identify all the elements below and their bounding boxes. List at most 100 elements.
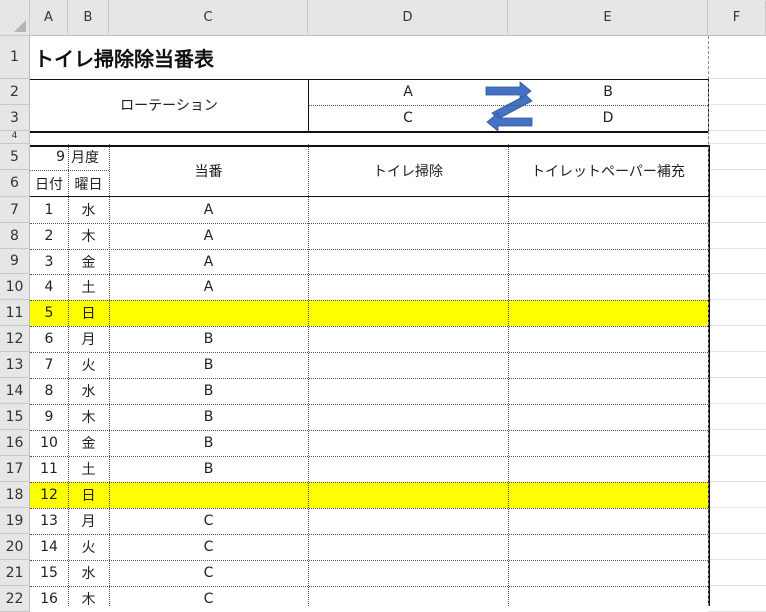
weekday-cell[interactable]: 木: [68, 404, 109, 430]
paper-refill-cell[interactable]: [508, 586, 708, 612]
duty-cell[interactable]: A: [109, 223, 308, 249]
weekday-cell[interactable]: 月: [68, 508, 109, 534]
month-label[interactable]: 月度: [68, 144, 109, 170]
header-toilet-cleaning[interactable]: トイレ掃除: [308, 144, 508, 197]
day-cell[interactable]: 2: [30, 223, 68, 249]
column-header-b[interactable]: B: [68, 0, 109, 36]
duty-cell[interactable]: B: [109, 326, 308, 352]
row-header-14[interactable]: 14: [0, 378, 30, 404]
day-cell[interactable]: 11: [30, 456, 68, 482]
duty-cell[interactable]: B: [109, 404, 308, 430]
weekday-cell[interactable]: 水: [68, 197, 109, 223]
row-header-8[interactable]: 8: [0, 223, 30, 249]
column-header-a[interactable]: A: [30, 0, 68, 36]
row-header-18[interactable]: 18: [0, 482, 30, 508]
column-header-e[interactable]: E: [508, 0, 708, 36]
row-header-19[interactable]: 19: [0, 508, 30, 534]
header-date[interactable]: 日付: [30, 170, 68, 197]
toilet-cleaning-cell[interactable]: [308, 560, 508, 586]
row-header-12[interactable]: 12: [0, 326, 30, 352]
toilet-cleaning-cell[interactable]: [308, 223, 508, 249]
weekday-cell[interactable]: 土: [68, 456, 109, 482]
paper-refill-cell[interactable]: [508, 430, 708, 456]
row-header-20[interactable]: 20: [0, 534, 30, 560]
paper-refill-cell[interactable]: [508, 378, 708, 404]
toilet-cleaning-cell[interactable]: [308, 404, 508, 430]
day-cell[interactable]: 6: [30, 326, 68, 352]
day-cell[interactable]: 14: [30, 534, 68, 560]
row-header-10[interactable]: 10: [0, 274, 30, 300]
weekday-cell[interactable]: 木: [68, 223, 109, 249]
toilet-cleaning-cell[interactable]: [308, 586, 508, 612]
weekday-cell[interactable]: 土: [68, 274, 109, 300]
duty-cell[interactable]: B: [109, 352, 308, 378]
day-cell[interactable]: 1: [30, 197, 68, 223]
paper-refill-cell[interactable]: [508, 560, 708, 586]
toilet-cleaning-cell[interactable]: [308, 249, 508, 274]
toilet-cleaning-cell[interactable]: [308, 456, 508, 482]
row-header-4[interactable]: 4: [0, 131, 30, 144]
duty-cell[interactable]: A: [109, 274, 308, 300]
paper-refill-cell[interactable]: [508, 326, 708, 352]
day-cell[interactable]: 9: [30, 404, 68, 430]
paper-refill-cell[interactable]: [508, 223, 708, 249]
weekday-cell[interactable]: 火: [68, 534, 109, 560]
sheet-title[interactable]: トイレ掃除除当番表: [34, 40, 214, 74]
duty-cell[interactable]: B: [109, 456, 308, 482]
header-weekday[interactable]: 曜日: [68, 170, 109, 197]
column-header-c[interactable]: C: [109, 0, 308, 36]
paper-refill-cell[interactable]: [508, 534, 708, 560]
duty-cell[interactable]: B: [109, 378, 308, 404]
duty-cell[interactable]: [109, 300, 308, 326]
weekday-cell[interactable]: 日: [68, 482, 109, 508]
toilet-cleaning-cell[interactable]: [308, 508, 508, 534]
toilet-cleaning-cell[interactable]: [308, 197, 508, 223]
row-header-9[interactable]: 9: [0, 249, 30, 274]
rotation-b[interactable]: B: [508, 79, 708, 105]
column-header-f[interactable]: F: [708, 0, 766, 36]
row-header-11[interactable]: 11: [0, 300, 30, 326]
paper-refill-cell[interactable]: [508, 300, 708, 326]
paper-refill-cell[interactable]: [508, 274, 708, 300]
duty-cell[interactable]: C: [109, 560, 308, 586]
header-paper-refill[interactable]: トイレットペーパー補充: [508, 144, 708, 197]
duty-cell[interactable]: C: [109, 508, 308, 534]
weekday-cell[interactable]: 金: [68, 430, 109, 456]
day-cell[interactable]: 5: [30, 300, 68, 326]
day-cell[interactable]: 12: [30, 482, 68, 508]
row-header-7[interactable]: 7: [0, 197, 30, 223]
toilet-cleaning-cell[interactable]: [308, 482, 508, 508]
toilet-cleaning-cell[interactable]: [308, 352, 508, 378]
duty-cell[interactable]: A: [109, 249, 308, 274]
weekday-cell[interactable]: 火: [68, 352, 109, 378]
weekday-cell[interactable]: 月: [68, 326, 109, 352]
paper-refill-cell[interactable]: [508, 352, 708, 378]
toilet-cleaning-cell[interactable]: [308, 274, 508, 300]
rotation-c[interactable]: C: [308, 105, 508, 131]
paper-refill-cell[interactable]: [508, 482, 708, 508]
row-header-16[interactable]: 16: [0, 430, 30, 456]
day-cell[interactable]: 10: [30, 430, 68, 456]
paper-refill-cell[interactable]: [508, 508, 708, 534]
toilet-cleaning-cell[interactable]: [308, 534, 508, 560]
row-header-2[interactable]: 2: [0, 79, 30, 105]
column-header-d[interactable]: D: [308, 0, 508, 36]
weekday-cell[interactable]: 水: [68, 560, 109, 586]
day-cell[interactable]: 16: [30, 586, 68, 612]
rotation-a[interactable]: A: [308, 79, 508, 105]
toilet-cleaning-cell[interactable]: [308, 300, 508, 326]
day-cell[interactable]: 7: [30, 352, 68, 378]
month-number[interactable]: 9: [30, 144, 68, 170]
duty-cell[interactable]: A: [109, 197, 308, 223]
toilet-cleaning-cell[interactable]: [308, 430, 508, 456]
day-cell[interactable]: 4: [30, 274, 68, 300]
row-header-13[interactable]: 13: [0, 352, 30, 378]
day-cell[interactable]: 8: [30, 378, 68, 404]
duty-cell[interactable]: [109, 482, 308, 508]
paper-refill-cell[interactable]: [508, 456, 708, 482]
paper-refill-cell[interactable]: [508, 404, 708, 430]
toilet-cleaning-cell[interactable]: [308, 378, 508, 404]
row-header-1[interactable]: 1: [0, 36, 30, 79]
day-cell[interactable]: 15: [30, 560, 68, 586]
row-header-21[interactable]: 21: [0, 560, 30, 586]
